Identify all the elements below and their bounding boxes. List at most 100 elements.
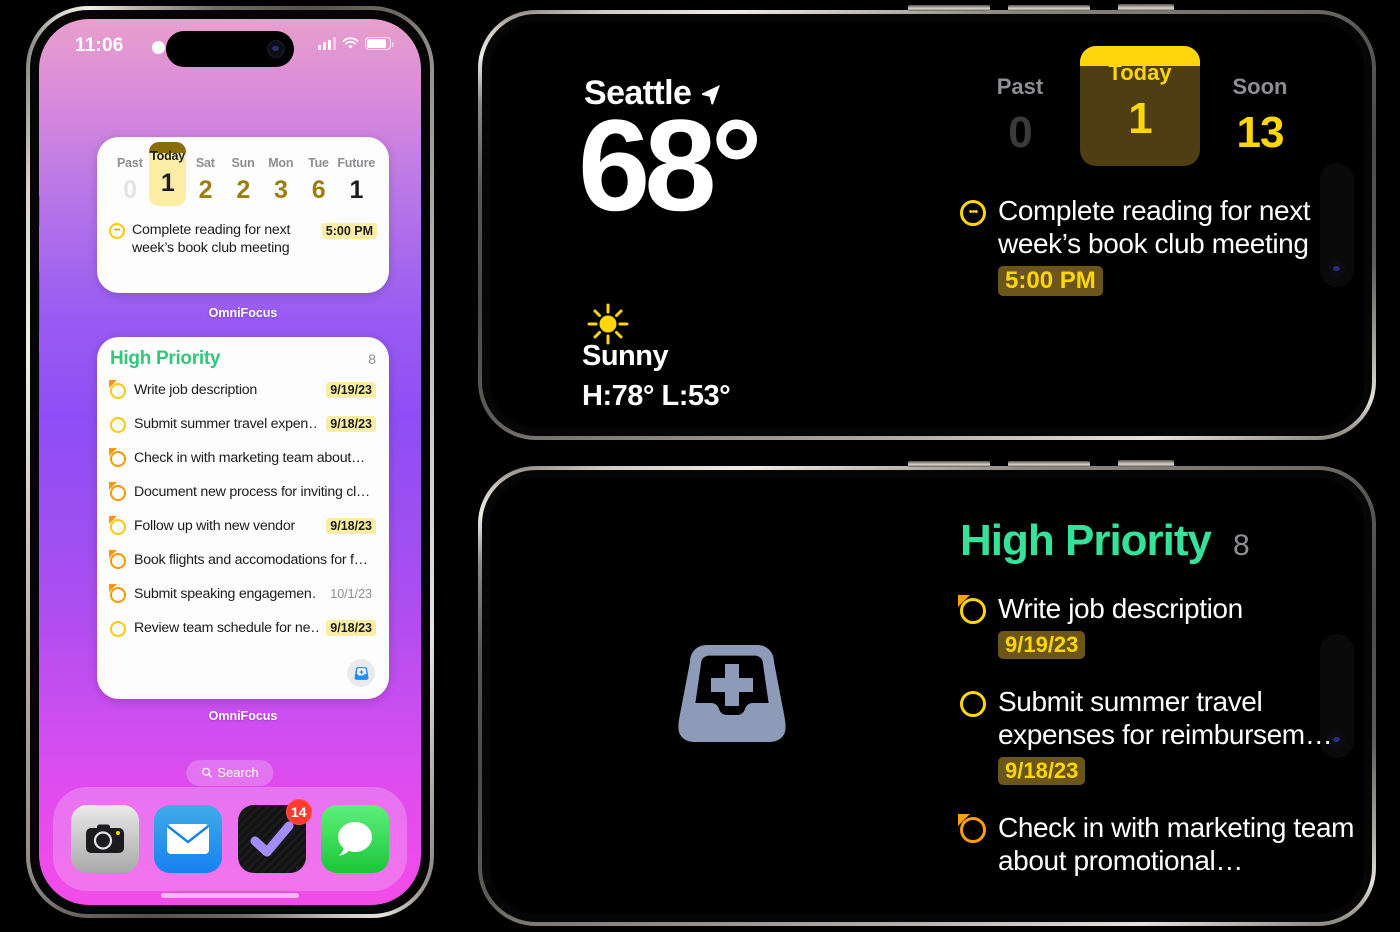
- forecast-task-row[interactable]: Complete reading for next week’s book cl…: [109, 222, 377, 258]
- phone-portrait-bezel: 11:06 Past 0 Today 1 Sat 2 Sun 2 Mon 3 T…: [30, 10, 430, 914]
- volume-down-button[interactable]: [39, 351, 40, 413]
- phone-landscape-top-device: Seattle 68° Sunny H:78° L:53° Past 0 Tod…: [478, 4, 1376, 440]
- dynamic-island: [1320, 163, 1354, 287]
- forecast-column-count: 13: [1236, 108, 1285, 157]
- action-button[interactable]: [1118, 460, 1174, 467]
- volume-down-button[interactable]: [1008, 5, 1090, 11]
- forecast-column-today[interactable]: Today 1: [148, 142, 187, 206]
- front-camera-icon: [267, 40, 285, 58]
- list-item-title: Submit summer travel expenses for reimbu…: [998, 685, 1333, 751]
- forecast-task-row[interactable]: Complete reading for next week’s book cl…: [960, 194, 1320, 297]
- mail-app-icon[interactable]: [154, 805, 223, 873]
- weather-condition: Sunny: [582, 340, 669, 372]
- messages-app-icon[interactable]: [321, 805, 390, 873]
- recording-dot-icon: [152, 41, 165, 54]
- list-item-date: 9/18/23: [326, 518, 376, 534]
- circle-repeat-icon[interactable]: [108, 550, 126, 569]
- inbox-plus-icon[interactable]: [668, 628, 796, 757]
- forecast-column-soon[interactable]: Soon 13: [1200, 60, 1320, 158]
- list-item-date: 9/18/23: [326, 416, 376, 432]
- camera-app-icon[interactable]: [70, 805, 139, 873]
- forecast-column-label: Mon: [268, 156, 294, 170]
- list-item[interactable]: Follow up with new vendor 9/18/23: [108, 509, 376, 543]
- forecast-column-mon[interactable]: Mon 3: [262, 149, 300, 205]
- circle-repeat-icon[interactable]: [108, 448, 126, 467]
- circle-repeat-icon[interactable]: [958, 595, 986, 624]
- circle-repeat-icon[interactable]: [108, 380, 126, 399]
- phone-landscape-top-bezel: Seattle 68° Sunny H:78° L:53° Past 0 Tod…: [482, 14, 1372, 436]
- omnifocus-priority-widget[interactable]: High Priority 8 Write job description 9/…: [97, 337, 389, 699]
- circle-repeat-icon[interactable]: [958, 813, 986, 843]
- circle-repeat-icon[interactable]: [108, 584, 126, 603]
- priority-header: High Priority 8: [960, 516, 1360, 566]
- list-item-title: Check in with marketing team about…: [134, 450, 365, 466]
- list-item[interactable]: Write job description 9/19/23: [108, 373, 376, 407]
- forecast-column-today[interactable]: Today 1: [1080, 46, 1200, 166]
- list-item-title: Review team schedule for ne…: [134, 620, 319, 636]
- forecast-column-future[interactable]: Future 1: [337, 149, 375, 205]
- forecast-column-count: 6: [311, 176, 326, 204]
- list-item[interactable]: Check in with marketing team about…: [108, 441, 376, 475]
- weather-temperature: 68°: [578, 92, 763, 238]
- forecast-column-count: 1: [1128, 94, 1152, 143]
- forecast-column-past[interactable]: Past 0: [960, 60, 1080, 158]
- forecast-column-sun[interactable]: Sun 2: [224, 149, 262, 205]
- circle-icon[interactable]: [960, 690, 986, 717]
- search-icon: [202, 767, 212, 778]
- list-item-title: Book flights and accomodations for f…: [134, 552, 368, 568]
- things-app-icon[interactable]: 14: [237, 799, 312, 873]
- circle-repeat-icon[interactable]: [108, 516, 126, 535]
- notification-badge: 14: [285, 799, 312, 825]
- list-item[interactable]: Review team schedule for ne… 9/18/23: [110, 611, 376, 645]
- volume-up-button[interactable]: [908, 5, 990, 11]
- volume-down-button[interactable]: [1008, 461, 1090, 467]
- list-item[interactable]: Submit summer travel expenses for reimbu…: [960, 685, 1360, 785]
- omnifocus-forecast-panel[interactable]: Past 0 Today 1 Soon 13 ••• Complete read…: [960, 46, 1320, 297]
- list-item-title: Write job description: [998, 593, 1243, 624]
- forecast-column-sat[interactable]: Sat 2: [186, 149, 224, 205]
- circle-repeat-icon[interactable]: [108, 482, 126, 501]
- forecast-column-label: Sun: [231, 156, 255, 170]
- list-item[interactable]: Submit summer travel expen… 9/18/23: [110, 407, 376, 441]
- action-button[interactable]: [1118, 4, 1174, 11]
- forecast-task-time: 5:00 PM: [998, 266, 1103, 297]
- inbox-plus-icon[interactable]: [347, 659, 375, 687]
- list-item[interactable]: Check in with marketing team about promo…: [958, 811, 1360, 878]
- forecast-column-tue[interactable]: Tue 6: [300, 149, 338, 205]
- forecast-column-count: 2: [236, 176, 250, 204]
- circle-dots-icon[interactable]: [960, 200, 986, 226]
- list-item-title: Check in with marketing team about promo…: [998, 811, 1355, 877]
- forecast-task-title: Complete reading for next week’s book cl…: [998, 195, 1311, 260]
- forecast-column-label: Future: [337, 156, 376, 170]
- omnifocus-forecast-widget[interactable]: Past 0 Today 1 Sat 2 Sun 2 Mon 3 Tue 6 F…: [97, 137, 389, 293]
- volume-up-button[interactable]: [908, 461, 990, 467]
- forecast-column-label: Today: [150, 149, 186, 163]
- list-item[interactable]: Write job description 9/19/23: [958, 592, 1360, 659]
- priority-widget-label: OmniFocus: [208, 709, 278, 723]
- silent-switch-button[interactable]: [39, 195, 40, 227]
- status-bar: 11:06: [39, 19, 421, 71]
- list-item-title: Document new process for inviting cl…: [134, 484, 370, 500]
- list-item[interactable]: Document new process for inviting cl…: [108, 475, 376, 509]
- forecast-column-label: Sat: [195, 156, 215, 170]
- forecast-column-past[interactable]: Past 0: [111, 149, 149, 205]
- priority-widget-header: High Priority 8: [110, 348, 376, 370]
- list-item[interactable]: Book flights and accomodations for f…: [108, 543, 376, 577]
- forecast-column-count: 3: [274, 176, 288, 204]
- list-item-title: Submit summer travel expen…: [134, 416, 319, 432]
- circle-icon[interactable]: [110, 416, 126, 433]
- screenshot-stage: 11:06 Past 0 Today 1 Sat 2 Sun 2 Mon 3 T…: [0, 0, 1400, 932]
- circle-dots-icon[interactable]: [109, 223, 125, 239]
- list-item-date: 9/18/23: [998, 756, 1086, 785]
- phone-landscape-top-screen: Seattle 68° Sunny H:78° L:53° Past 0 Tod…: [490, 22, 1364, 428]
- list-item-date: 9/19/23: [326, 382, 376, 398]
- search-button[interactable]: Search: [186, 760, 274, 786]
- omnifocus-priority-panel[interactable]: High Priority 8 Write job description 9/…: [958, 516, 1360, 878]
- forecast-column-count: 1: [349, 176, 363, 204]
- circle-icon[interactable]: [110, 620, 126, 637]
- list-item[interactable]: Submit speaking engagemen… 10/1/23: [108, 577, 376, 611]
- list-item-date: 10/1/23: [330, 587, 372, 601]
- forecast-column-count: 0: [123, 176, 137, 204]
- volume-up-button[interactable]: [39, 271, 40, 333]
- list-item-title: Submit speaking engagemen…: [134, 586, 319, 602]
